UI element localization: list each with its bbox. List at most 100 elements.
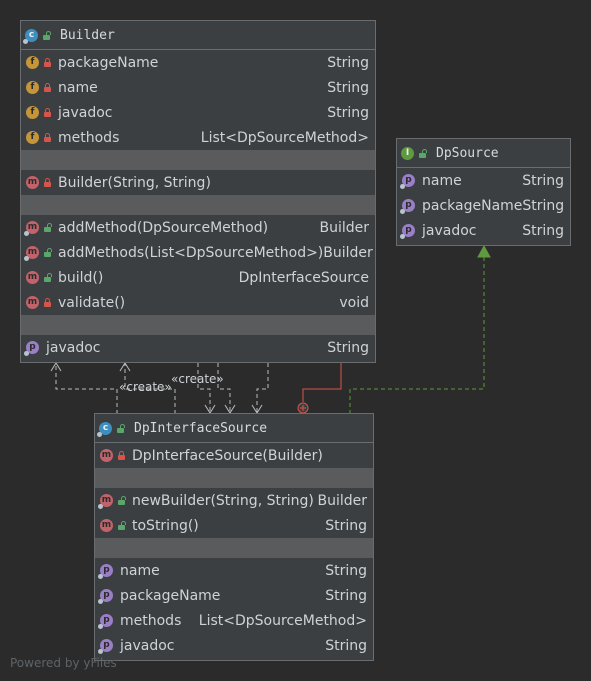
property-type: String [325,637,367,654]
dpinterfacesource-constructor-row[interactable]: m DpInterfaceSource(Builder) [95,443,373,468]
method-type: void [339,294,369,311]
dpsource-header: I DpSource [397,139,570,168]
class-icon: c [23,28,38,44]
builder-method-row[interactable]: m validate() void [21,290,375,315]
dpinterfacesource-property-row[interactable]: p name String [95,558,373,583]
dpinterfacesource-method-row[interactable]: m toString() String [95,513,373,538]
public-lock-icon [118,521,126,530]
method-type: Builder [323,244,373,261]
dpinterfacesource-class-node[interactable]: c DpInterfaceSource m DpInterfaceSource(… [94,413,374,661]
method-name: toString() [132,517,199,534]
interface-icon: I [401,146,414,160]
private-lock-icon [44,298,51,307]
field-name: methods [58,129,120,146]
method-icon: m [100,449,113,462]
property-name: packageName [120,587,221,604]
builder-method-row[interactable]: m addMethod(DpSourceMethod) Builder [21,215,375,240]
property-icon: p [98,589,113,604]
section-separator [21,150,375,170]
field-name: name [58,79,98,96]
property-name: javadoc [422,222,477,239]
property-name: name [422,172,462,189]
nested-class-edge[interactable] [302,363,342,402]
builder-field-row[interactable]: f packageName String [21,50,375,75]
create-dependency-edge-5[interactable] [256,363,269,413]
property-icon: p [400,224,415,239]
property-icon: p [98,614,113,629]
property-name: methods [120,612,182,629]
dpsource-property-row[interactable]: p javadoc String [397,218,570,243]
property-type: String [325,562,367,579]
private-lock-icon [44,178,51,187]
method-icon: m [26,271,39,284]
builder-method-row[interactable]: m addMethods(List<DpSourceMethod>) Build… [21,240,375,265]
public-lock-icon [118,496,126,505]
create-dependency-edge-3[interactable] [197,363,211,413]
private-lock-icon [44,58,51,67]
public-lock-icon [44,248,52,257]
builder-field-row[interactable]: f methods List<DpSourceMethod> [21,125,375,150]
dpsource-title: DpSource [436,145,499,161]
dpsource-property-row[interactable]: p packageName String [397,193,570,218]
public-lock-icon [117,423,125,433]
method-icon: m [24,221,39,236]
constructor-name: Builder(String, String) [58,174,211,191]
builder-constructor-row[interactable]: m Builder(String, String) [21,170,375,195]
property-type: String [327,339,369,356]
dpinterfacesource-property-row[interactable]: p methods List<DpSourceMethod> [95,608,373,633]
dpinterfacesource-property-row[interactable]: p packageName String [95,583,373,608]
field-icon: f [26,56,39,69]
builder-header: c Builder [21,21,375,50]
property-icon: p [24,341,39,356]
watermark: Powered by yFiles [10,656,117,670]
builder-field-row[interactable]: f name String [21,75,375,100]
method-name: addMethod(DpSourceMethod) [58,219,269,236]
property-name: javadoc [46,339,101,356]
private-lock-icon [44,83,51,92]
field-name: javadoc [58,104,113,121]
method-icon: m [26,296,39,309]
method-name: newBuilder(String, String) [132,492,314,509]
dpinterfacesource-title: DpInterfaceSource [134,420,268,436]
dpsource-property-row[interactable]: p name String [397,168,570,193]
create-dependency-edge-4[interactable] [217,363,231,413]
method-name: addMethods(List<DpSourceMethod>) [58,244,324,261]
property-name: name [120,562,160,579]
private-lock-icon [118,451,125,460]
private-lock-icon [44,108,51,117]
property-name: javadoc [120,637,175,654]
method-type: String [325,517,367,534]
field-icon: f [26,131,39,144]
method-type: DpInterfaceSource [238,269,369,286]
builder-class-node[interactable]: c Builder f packageName String f name St… [20,20,376,363]
property-type: String [325,587,367,604]
dpinterfacesource-method-row[interactable]: m newBuilder(String, String) Builder [95,488,373,513]
dpsource-interface-node[interactable]: I DpSource p name String p packageName S… [396,138,571,246]
field-type: String [327,104,369,121]
create-label-1: «create» [119,380,172,394]
property-type: String [522,222,564,239]
realization-arrowhead [477,244,491,258]
section-separator [21,195,375,215]
field-type: String [327,79,369,96]
section-separator [21,315,375,335]
class-icon: c [97,421,112,437]
field-name: packageName [58,54,159,71]
builder-method-row[interactable]: m build() DpInterfaceSource [21,265,375,290]
dpinterfacesource-property-row[interactable]: p javadoc String [95,633,373,658]
property-icon: p [400,199,415,214]
property-name: packageName [422,197,523,214]
public-lock-icon [44,223,52,232]
create-dependency-edge-left[interactable] [55,363,118,414]
property-icon: p [98,564,113,579]
private-lock-icon [44,133,51,142]
method-name: validate() [58,294,126,311]
builder-field-row[interactable]: f javadoc String [21,100,375,125]
builder-title: Builder [60,27,115,43]
property-icon: p [400,174,415,189]
method-icon: m [98,494,113,509]
builder-property-row[interactable]: p javadoc String [21,335,375,360]
property-icon: p [98,639,113,654]
public-lock-icon [43,30,51,40]
method-icon: m [100,519,113,532]
